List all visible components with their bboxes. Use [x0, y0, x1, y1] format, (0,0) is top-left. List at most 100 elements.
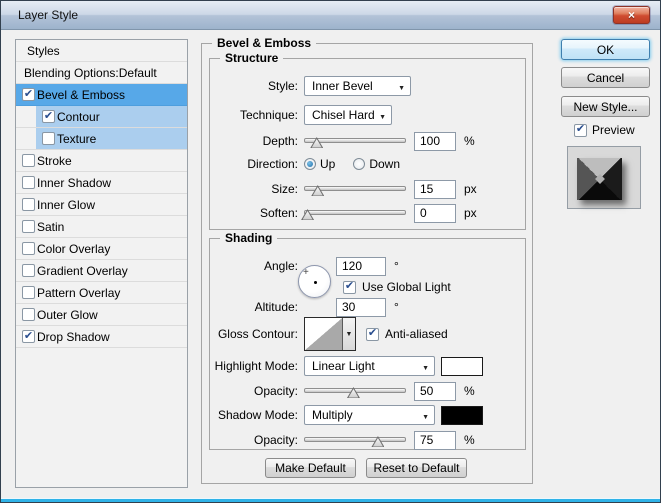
styles-list: Styles Blending Options:Default Bevel & … — [15, 39, 188, 488]
bevel-emboss-panel: Bevel & Emboss Structure Style: Inner Be… — [201, 36, 533, 484]
sidebar-item-stroke[interactable]: Stroke — [16, 150, 187, 172]
depth-slider[interactable] — [304, 133, 406, 149]
contour-checkbox[interactable] — [42, 110, 55, 123]
contour-row[interactable]: Contour — [36, 106, 187, 127]
altitude-input[interactable] — [336, 297, 386, 317]
style-value: Inner Bevel — [312, 79, 373, 93]
window-bottom-border — [1, 498, 660, 502]
preview-label: Preview — [592, 123, 635, 137]
direction-down-radio[interactable] — [353, 158, 366, 170]
outer-glow-checkbox[interactable] — [22, 308, 35, 321]
structure-group: Structure Style: Inner Bevel Technique: … — [209, 51, 526, 230]
panel-title: Bevel & Emboss — [212, 36, 317, 50]
angle-row: Angle: ° — [211, 256, 523, 276]
sidebar-item-blending-options[interactable]: Blending Options:Default — [16, 62, 187, 84]
sidebar-item-inner-glow[interactable]: Inner Glow — [16, 194, 187, 216]
angle-input[interactable] — [336, 256, 386, 276]
make-default-button[interactable]: Make Default — [265, 458, 356, 478]
chevron-down-icon — [422, 408, 429, 422]
soften-input[interactable] — [414, 203, 456, 223]
inner-glow-checkbox[interactable] — [22, 198, 35, 211]
direction-up-radio[interactable] — [304, 158, 316, 170]
drop-shadow-checkbox[interactable] — [22, 330, 35, 343]
cancel-button[interactable]: Cancel — [561, 67, 650, 88]
ok-button[interactable]: OK — [561, 39, 650, 60]
altitude-label: Altitude: — [254, 300, 298, 314]
shading-legend: Shading — [220, 231, 278, 245]
soften-slider[interactable] — [301, 205, 406, 221]
sidebar-item-label: Bevel & Emboss — [37, 87, 126, 102]
texture-checkbox[interactable] — [42, 132, 55, 145]
depth-input[interactable] — [414, 131, 456, 151]
sidebar-item-label: Satin — [37, 219, 65, 234]
sidebar-item-label: Outer Glow — [37, 307, 98, 322]
style-dropdown[interactable]: Inner Bevel — [304, 76, 411, 96]
style-row: Style: Inner Bevel — [211, 76, 523, 96]
pattern-overlay-checkbox[interactable] — [22, 286, 35, 299]
sidebar-item-inner-shadow[interactable]: Inner Shadow — [16, 172, 187, 194]
sidebar-item-contour[interactable]: Contour — [16, 106, 187, 128]
size-unit: px — [464, 182, 477, 196]
sidebar-item-outer-glow[interactable]: Outer Glow — [16, 304, 187, 326]
contour-thumbnail[interactable] — [305, 318, 342, 350]
sidebar-item-texture[interactable]: Texture — [16, 128, 187, 150]
contour-dropdown-arrow[interactable] — [342, 318, 355, 350]
preview-thumbnail — [577, 158, 622, 200]
sidebar-item-label: Texture — [57, 131, 97, 146]
sidebar-item-color-overlay[interactable]: Color Overlay — [16, 238, 187, 260]
shadow-color-swatch[interactable] — [441, 405, 483, 425]
reset-to-default-button[interactable]: Reset to Default — [366, 458, 467, 478]
slider-track[interactable] — [304, 437, 406, 442]
sidebar-item-label: Blending Options:Default — [24, 65, 157, 80]
shadow-mode-value: Multiply — [312, 408, 353, 422]
close-button[interactable]: × — [613, 6, 650, 24]
sidebar-item-drop-shadow[interactable]: Drop Shadow — [16, 326, 187, 348]
sidebar-item-label: Gradient Overlay — [37, 263, 128, 278]
depth-row: Depth: % — [211, 131, 523, 151]
sidebar-item-gradient-overlay[interactable]: Gradient Overlay — [16, 260, 187, 282]
technique-dropdown[interactable]: Chisel Hard — [304, 105, 392, 125]
preview-toggle[interactable]: Preview — [574, 123, 635, 137]
texture-row[interactable]: Texture — [36, 128, 187, 149]
size-input[interactable] — [414, 179, 456, 199]
shadow-mode-dropdown[interactable]: Multiply — [304, 405, 435, 425]
slider-track[interactable] — [304, 210, 406, 215]
highlight-opacity-input[interactable] — [414, 381, 456, 401]
anti-aliased-checkbox[interactable] — [366, 327, 379, 341]
bevel-emboss-checkbox[interactable] — [22, 88, 35, 101]
highlight-color-swatch[interactable] — [441, 356, 483, 376]
sidebar-item-satin[interactable]: Satin — [16, 216, 187, 238]
sidebar-item-label: Pattern Overlay — [37, 285, 121, 300]
reset-to-default-label: Reset to Default — [373, 461, 460, 475]
preview-checkbox[interactable] — [574, 123, 587, 137]
gradient-overlay-checkbox[interactable] — [22, 264, 35, 277]
highlight-opacity-slider[interactable] — [304, 383, 406, 399]
shadow-opacity-slider[interactable] — [304, 432, 406, 448]
cancel-label: Cancel — [586, 70, 625, 85]
shadow-opacity-input[interactable] — [414, 430, 456, 450]
direction-down-label: Down — [369, 157, 401, 171]
use-global-light-checkbox[interactable] — [343, 280, 356, 294]
soften-unit: px — [464, 206, 477, 220]
highlight-mode-row: Highlight Mode: Linear Light — [211, 356, 523, 376]
styles-header[interactable]: Styles — [16, 40, 187, 62]
satin-checkbox[interactable] — [22, 220, 35, 233]
sidebar-item-bevel-emboss[interactable]: Bevel & Emboss — [16, 84, 187, 106]
gloss-contour-picker[interactable] — [304, 317, 356, 351]
title-bar[interactable]: Layer Style × — [1, 1, 660, 30]
size-row: Size: px — [211, 179, 523, 199]
technique-value: Chisel Hard — [312, 108, 375, 122]
color-overlay-checkbox[interactable] — [22, 242, 35, 255]
size-slider[interactable] — [304, 181, 406, 197]
style-label: Style: — [267, 79, 298, 93]
layer-style-dialog: Layer Style × Styles Blending Options:De… — [0, 0, 661, 503]
sidebar-item-label: Contour — [57, 109, 100, 124]
style-preview — [567, 146, 641, 209]
stroke-checkbox[interactable] — [22, 154, 35, 167]
soften-row: Soften: px — [211, 203, 523, 223]
use-global-light-row: Use Global Light — [211, 280, 523, 294]
inner-shadow-checkbox[interactable] — [22, 176, 35, 189]
sidebar-item-pattern-overlay[interactable]: Pattern Overlay — [16, 282, 187, 304]
highlight-mode-dropdown[interactable]: Linear Light — [304, 356, 435, 376]
new-style-button[interactable]: New Style... — [561, 96, 650, 117]
